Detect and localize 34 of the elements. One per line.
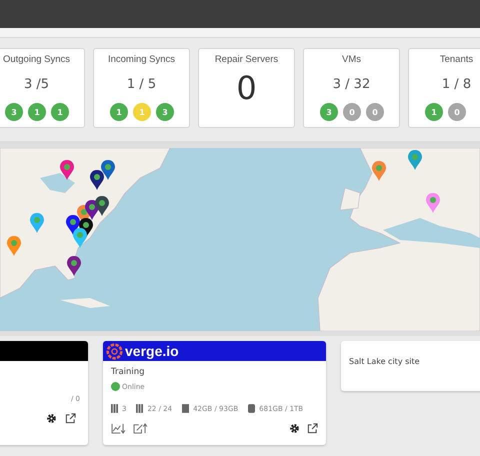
site-name: Salt Lake city site <box>349 357 420 366</box>
count-badge: 1 <box>28 103 46 121</box>
count-badge: 3 <box>156 103 174 121</box>
chart-download-icon[interactable] <box>111 423 126 434</box>
count-badge: 1 <box>110 103 128 121</box>
count-badge: 1 <box>133 103 151 121</box>
memory-icon <box>182 404 190 413</box>
external-link-icon[interactable] <box>65 413 76 424</box>
count-badge: 0 <box>366 103 384 121</box>
stat-title: Incoming Syncs <box>108 54 176 65</box>
stat-value: 1 / 8 <box>442 77 472 92</box>
count-badge: 3 <box>5 103 23 121</box>
stat-value: 0 <box>236 69 257 107</box>
site-name: Training <box>111 367 146 377</box>
logo-text: verge.io <box>125 343 179 359</box>
settings-icon[interactable] <box>289 423 300 434</box>
external-link-icon[interactable] <box>307 423 318 434</box>
stat-value: 1 / 5 <box>126 77 156 92</box>
stat-title: Tenants <box>440 54 474 65</box>
logo-icon <box>106 342 123 360</box>
stat-value: 3 / 32 <box>332 77 370 92</box>
count-badge: 1 <box>51 103 69 121</box>
count-badge: 3 <box>320 103 338 121</box>
stat-title: Repair Servers <box>214 54 278 65</box>
stat-title: Outgoing Syncs <box>2 54 70 65</box>
count-badge: 1 <box>425 103 443 121</box>
stat-value: 3 /5 <box>24 77 50 92</box>
count-badge: 0 <box>448 103 466 121</box>
columns-icon <box>136 404 144 413</box>
stat-title: VMs <box>342 54 361 65</box>
count-badge: 0 <box>343 103 361 121</box>
edit-upload-icon[interactable] <box>133 423 148 434</box>
settings-icon[interactable] <box>46 413 57 424</box>
rows-icon <box>111 404 118 413</box>
